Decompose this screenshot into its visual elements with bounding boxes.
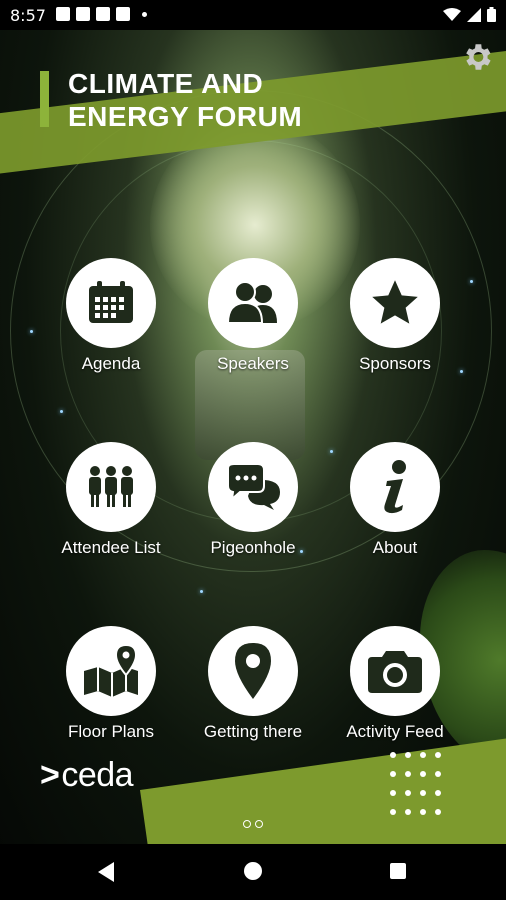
about-button[interactable] — [350, 442, 440, 532]
agenda-tile[interactable]: Agenda — [40, 258, 182, 374]
title-line-2: ENERGY FORUM — [68, 101, 303, 132]
message-notification-icon — [56, 7, 70, 21]
recent-apps-icon[interactable] — [390, 863, 406, 879]
system-icons — [443, 7, 496, 22]
status-time: 8:57 — [10, 6, 46, 25]
sponsors-button[interactable] — [350, 258, 440, 348]
page-indicator[interactable] — [243, 820, 263, 828]
logo-arrow-icon: > — [40, 756, 60, 794]
cell-signal-icon — [467, 7, 481, 22]
app-screen: CLIMATE AND ENERGY FORUM Agenda Speakers… — [0, 30, 506, 844]
ceda-logo: >ceda — [40, 756, 134, 795]
message-notification-icon — [96, 7, 110, 21]
floor-plans-label: Floor Plans — [68, 722, 154, 741]
system-navigation-bar — [0, 844, 506, 900]
decorative-dot-grid — [390, 752, 460, 828]
sponsors-label: Sponsors — [359, 354, 431, 373]
sim-card-icon — [116, 7, 130, 21]
camera-icon — [368, 651, 422, 693]
battery-icon — [487, 7, 496, 22]
location-pin-icon — [235, 643, 271, 699]
message-notification-icon — [76, 7, 90, 21]
page-dot[interactable] — [243, 820, 251, 828]
notification-icons — [56, 7, 147, 21]
sponsors-tile[interactable]: Sponsors — [324, 258, 466, 374]
activity-feed-tile[interactable]: Activity Feed — [324, 626, 466, 742]
speakers-tile[interactable]: Speakers — [182, 258, 324, 374]
more-notifications-dot-icon — [142, 12, 147, 17]
speakers-label: Speakers — [217, 354, 289, 373]
pigeonhole-button[interactable] — [208, 442, 298, 532]
activity-feed-button[interactable] — [350, 626, 440, 716]
home-icon[interactable] — [244, 862, 262, 880]
star-icon — [372, 280, 418, 324]
settings-gear-icon[interactable] — [460, 40, 494, 74]
agenda-button[interactable] — [66, 258, 156, 348]
people-icon — [226, 281, 277, 324]
back-icon[interactable] — [98, 862, 114, 882]
floor-plans-button[interactable] — [66, 626, 156, 716]
status-bar: 8:57 — [0, 0, 506, 30]
attendee-list-label: Attendee List — [61, 538, 161, 557]
calendar-icon — [89, 281, 133, 323]
about-label: About — [372, 538, 418, 557]
attendee-list-tile[interactable]: Attendee List — [40, 442, 182, 558]
getting-there-tile[interactable]: Getting there — [182, 626, 324, 742]
getting-there-button[interactable] — [208, 626, 298, 716]
attendees-icon — [89, 466, 133, 507]
speakers-button[interactable] — [208, 258, 298, 348]
event-title-text: CLIMATE AND ENERGY FORUM — [68, 67, 388, 133]
info-icon — [384, 460, 406, 514]
map-icon — [84, 645, 138, 697]
getting-there-label: Getting there — [203, 722, 303, 741]
agenda-label: Agenda — [81, 354, 141, 373]
activity-feed-label: Activity Feed — [346, 722, 444, 741]
chat-bubbles-icon — [227, 464, 280, 510]
pigeonhole-label: Pigeonhole — [210, 538, 296, 557]
about-tile[interactable]: About — [324, 442, 466, 558]
pigeonhole-tile[interactable]: Pigeonhole — [182, 442, 324, 558]
wifi-icon — [443, 7, 461, 21]
floor-plans-tile[interactable]: Floor Plans — [40, 626, 182, 742]
logo-text: ceda — [61, 756, 134, 794]
attendee-list-button[interactable] — [66, 442, 156, 532]
title-line-1: CLIMATE AND — [68, 68, 264, 99]
page-dot[interactable] — [255, 820, 263, 828]
title-accent-bar — [40, 71, 49, 127]
